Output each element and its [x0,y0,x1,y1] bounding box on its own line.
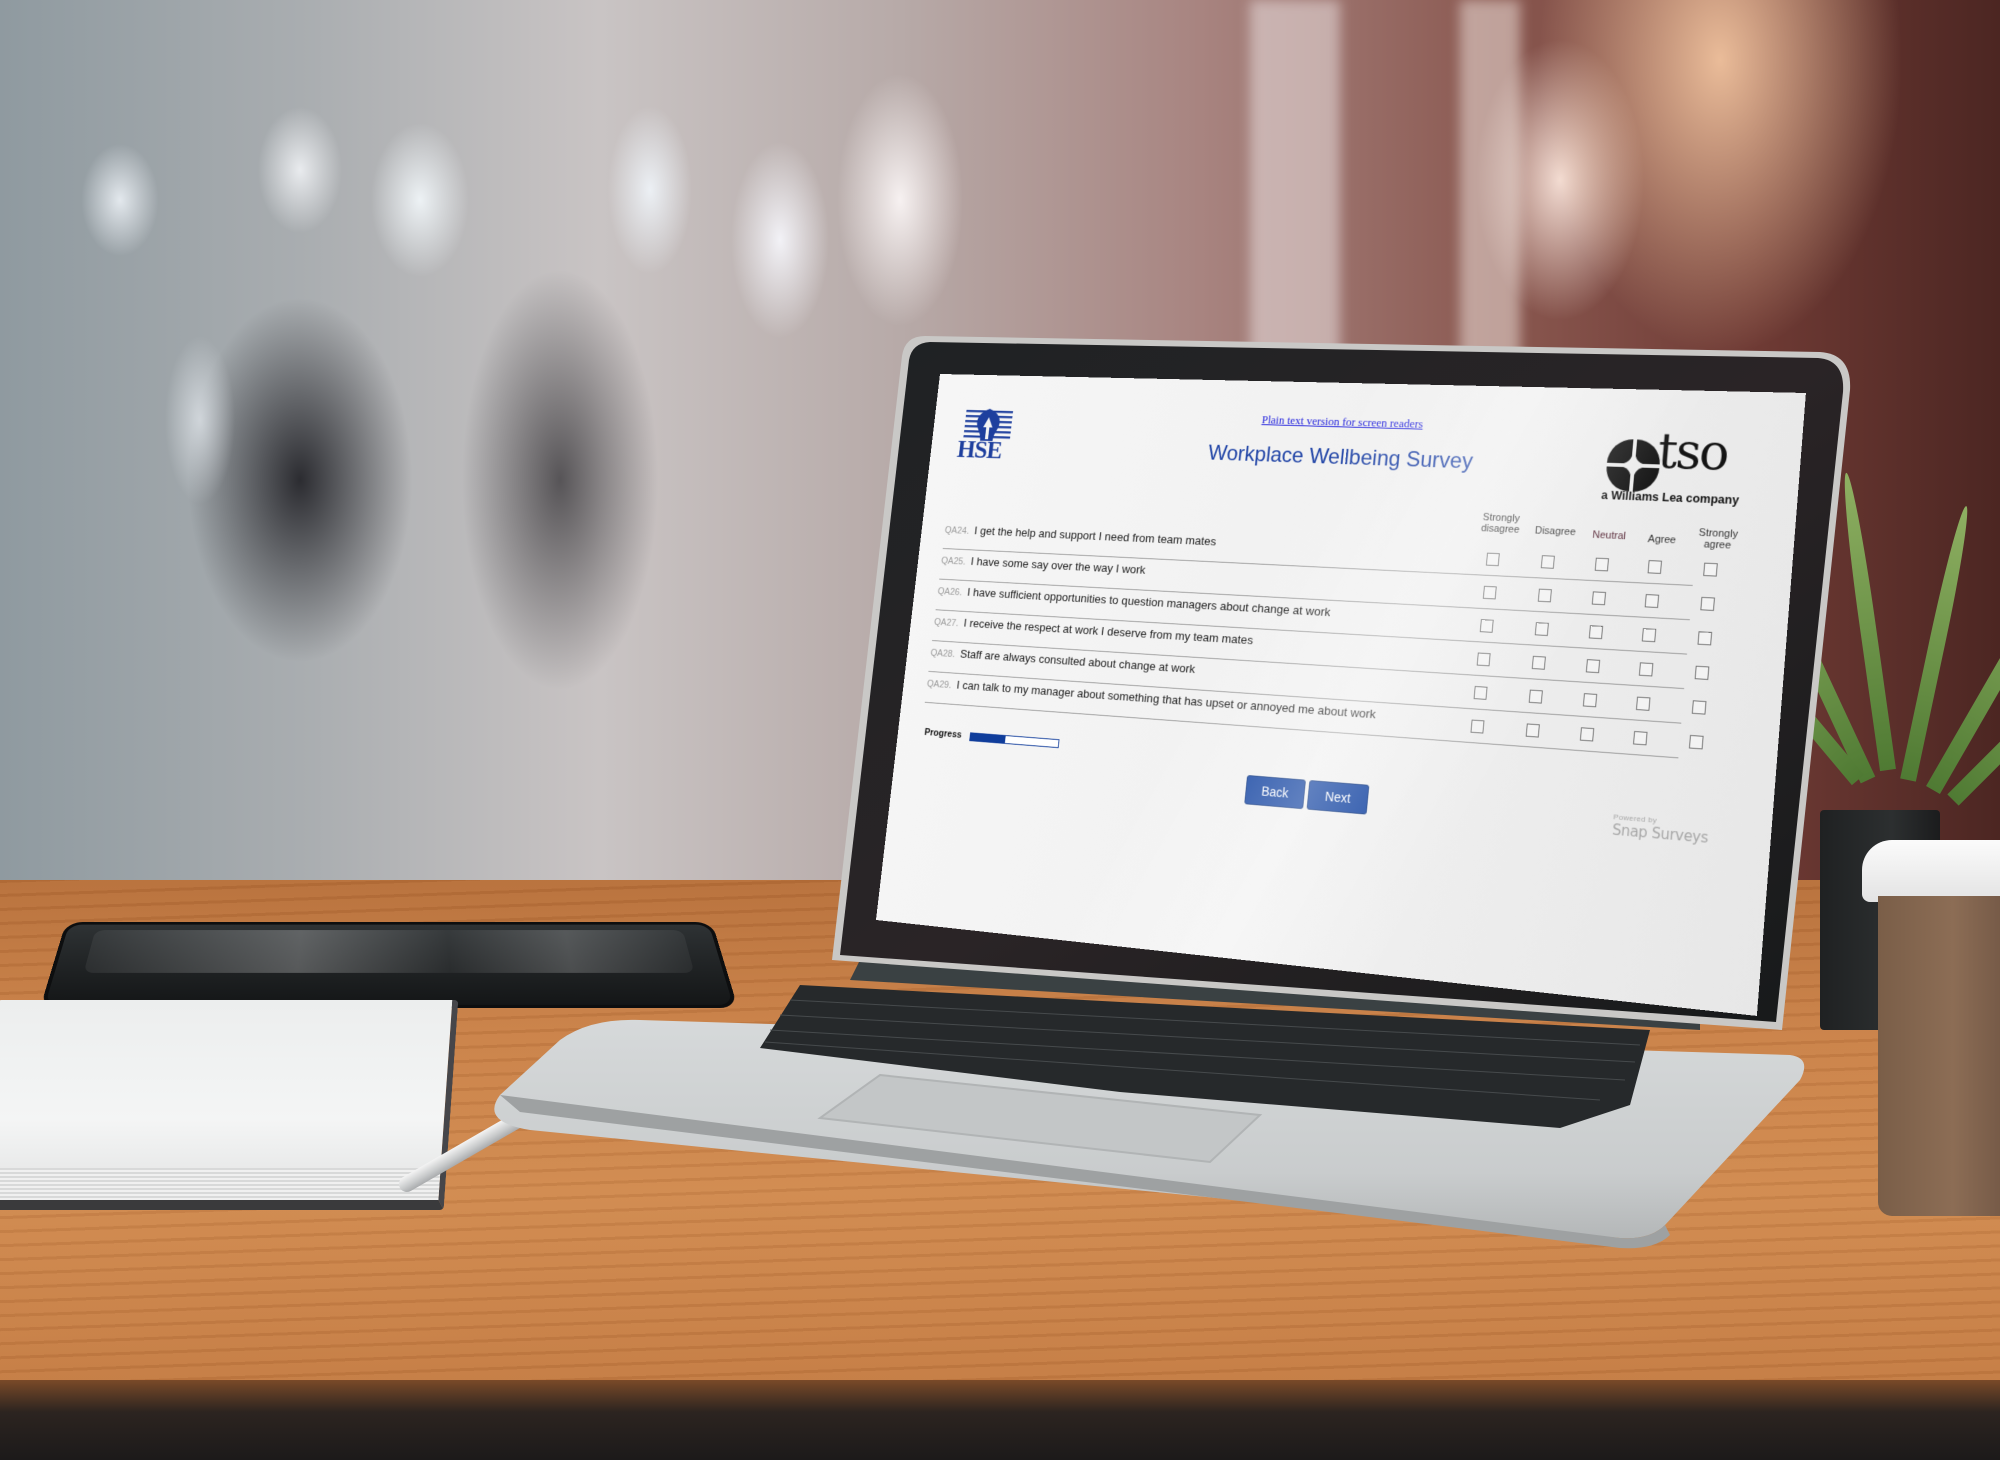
checkbox-neutral[interactable] [1579,727,1595,742]
header-strongly-agree: Strongly agree [1698,527,1739,552]
checkbox-neutral[interactable] [1582,693,1598,708]
checkbox-agree[interactable] [1635,696,1651,711]
question-number: QA24. [944,525,970,537]
tso-logo-text: tso [1655,423,1730,482]
checkbox-neutral[interactable] [1588,625,1604,640]
checkbox-neutral[interactable] [1591,591,1607,606]
checkbox-agree[interactable] [1633,730,1648,746]
header-agree: Agree [1647,533,1677,547]
checkbox-strongly-agree[interactable] [1691,700,1707,715]
desk-edge [0,1380,2000,1460]
checkbox-disagree[interactable] [1534,622,1549,636]
checkbox-neutral[interactable] [1585,659,1601,674]
checkbox-strongly-agree[interactable] [1703,562,1718,577]
question-text: I get the help and support I need from t… [973,523,1217,549]
checkbox-strongly-agree[interactable] [1694,665,1710,680]
checkbox-agree[interactable] [1647,560,1663,574]
coffee-cup-lid [1862,840,2000,902]
checkbox-agree[interactable] [1638,662,1654,677]
laptop-screen: HSE Plain text version for screen reader… [875,374,1806,1016]
header-strongly-disagree: Strongly disagree [1480,511,1521,536]
tablet-device [40,921,738,1008]
header-neutral: Neutral [1591,529,1627,543]
checkbox-strongly-disagree[interactable] [1473,685,1488,700]
question-number: QA25. [940,555,967,568]
question-number: QA29. [926,678,952,691]
checkbox-strongly-disagree[interactable] [1479,619,1494,633]
powered-by-snap-surveys: Powered by Snap Surveys [1612,812,1710,846]
next-button[interactable]: Next [1306,780,1370,815]
checkbox-disagree[interactable] [1537,588,1552,603]
checkbox-strongly-disagree[interactable] [1482,585,1497,600]
progress-bar-fill [970,733,1006,743]
checkbox-strongly-agree[interactable] [1697,631,1713,646]
header-disagree: Disagree [1534,525,1577,538]
checkbox-agree[interactable] [1641,628,1657,643]
checkbox-strongly-disagree[interactable] [1470,719,1485,734]
checkbox-disagree[interactable] [1531,655,1546,670]
checkbox-strongly-disagree[interactable] [1485,552,1500,567]
coffee-cup [1862,840,2000,1220]
checkbox-disagree[interactable] [1528,689,1543,704]
back-button[interactable]: Back [1244,774,1306,810]
question-number: QA26. [937,586,963,598]
checkbox-agree[interactable] [1644,594,1660,609]
progress-bar [969,732,1060,749]
checkbox-strongly-disagree[interactable] [1476,652,1491,667]
checkbox-disagree[interactable] [1525,723,1540,738]
progress-label: Progress [923,727,963,741]
checkbox-strongly-agree[interactable] [1688,734,1704,750]
checkbox-neutral[interactable] [1594,557,1609,572]
checkbox-strongly-agree[interactable] [1700,596,1715,611]
question-number: QA28. [929,647,956,660]
open-notebook [0,1000,459,1210]
question-number: QA27. [933,616,959,629]
coffee-cup-body [1878,896,2000,1216]
checkbox-disagree[interactable] [1540,555,1555,569]
